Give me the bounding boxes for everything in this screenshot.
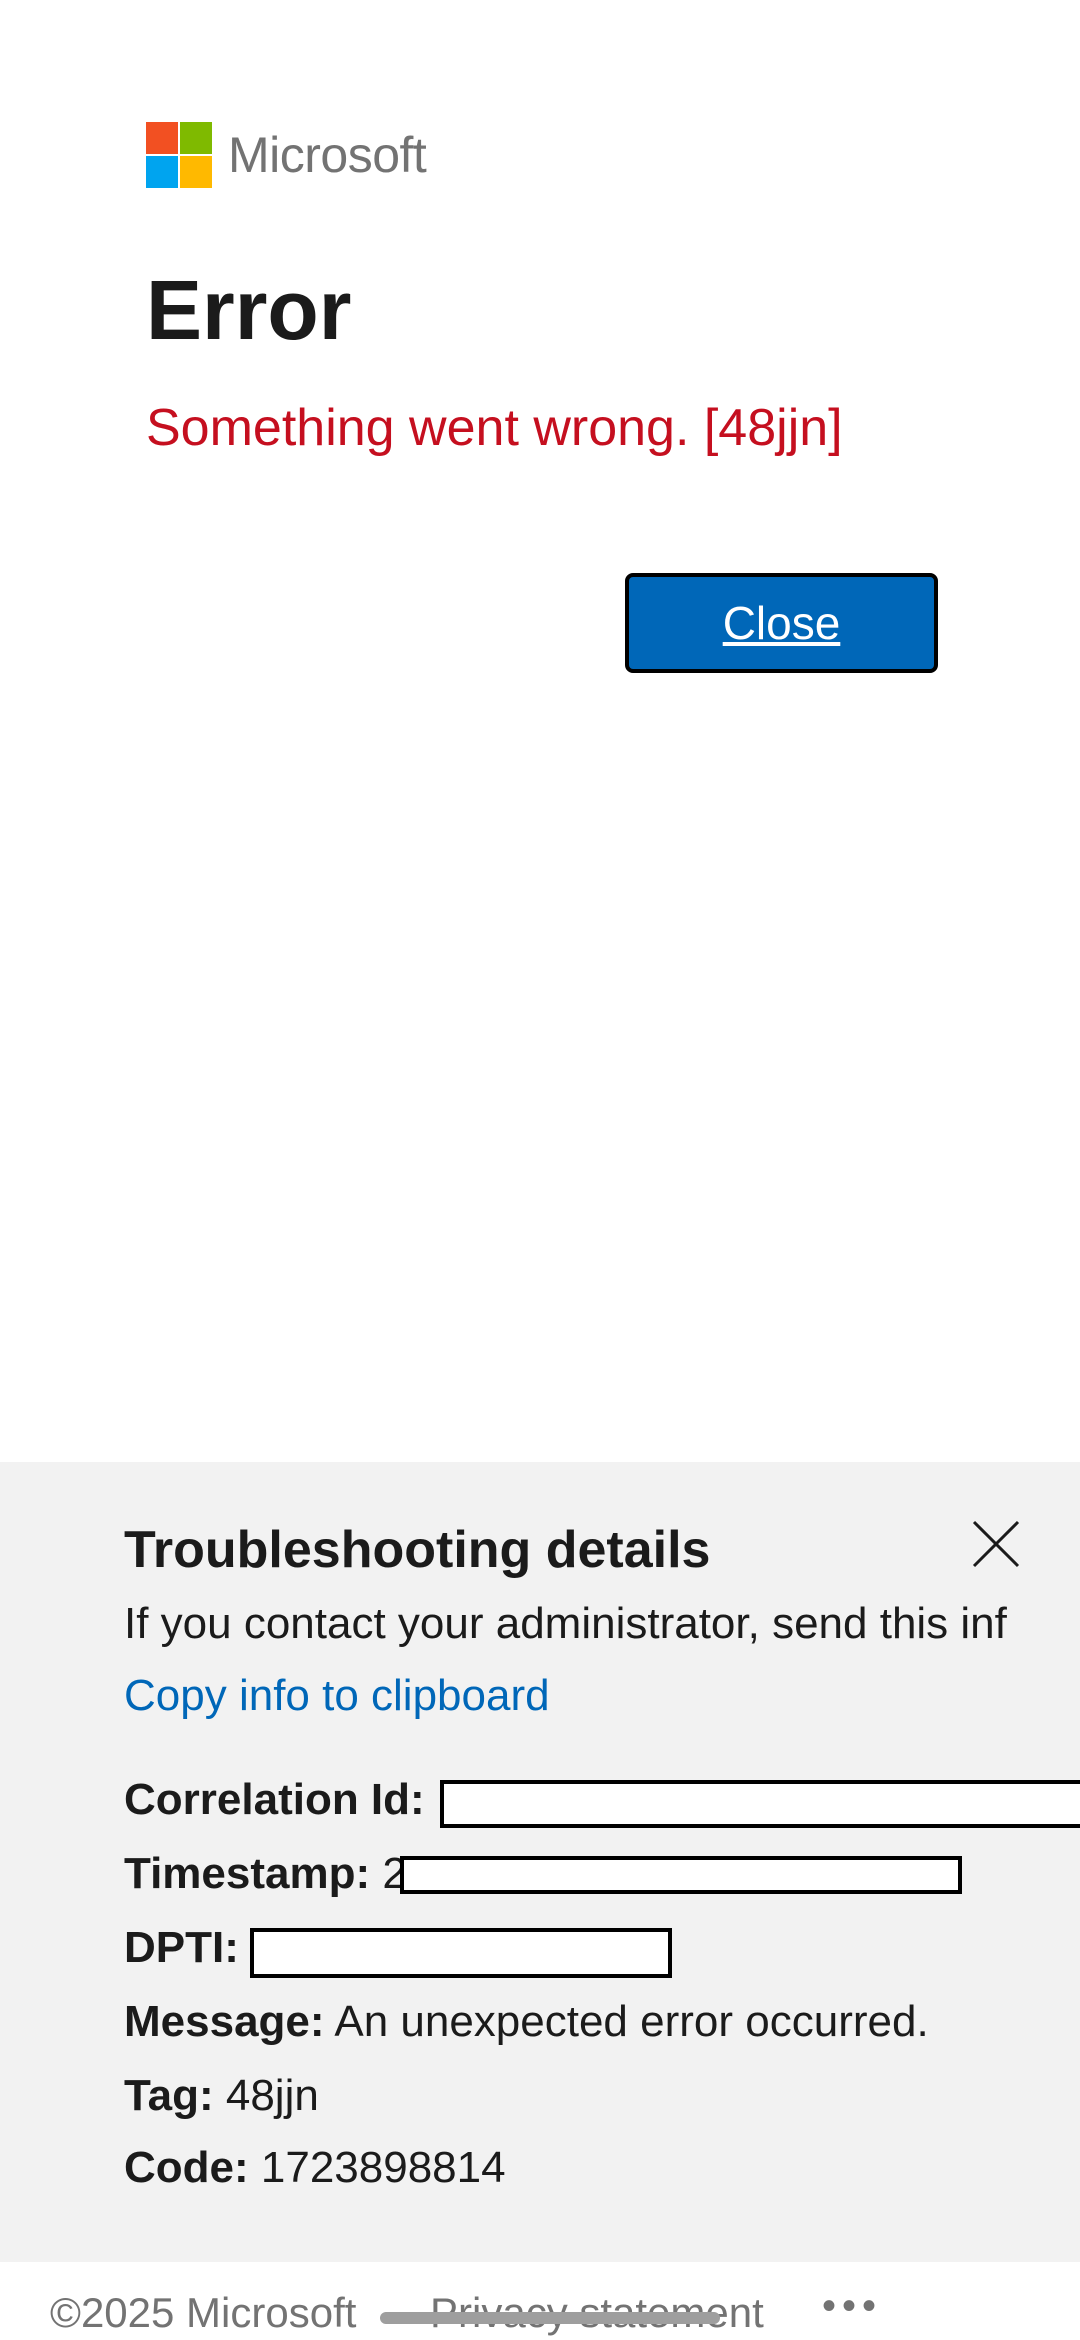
timestamp-label: Timestamp: — [124, 1849, 371, 1898]
footer-copyright: ©2025 Microsoft — [50, 2289, 357, 2336]
page-title: Error — [146, 263, 352, 357]
microsoft-logo-icon — [146, 122, 212, 188]
close-x-icon[interactable] — [968, 1516, 1024, 1572]
logo-square-green — [180, 122, 212, 154]
logo-square-blue — [146, 156, 178, 188]
timestamp-redacted — [400, 1856, 962, 1894]
troubleshooting-title: Troubleshooting details — [124, 1521, 711, 1579]
correlation-id-row: Correlation Id: — [124, 1775, 425, 1824]
correlation-id-redacted — [440, 1780, 1080, 1828]
tag-label: Tag: — [124, 2071, 214, 2120]
dpti-label: DPTI: — [124, 1923, 239, 1972]
message-label: Message: — [124, 1997, 325, 2046]
close-x-icon-svg — [972, 1520, 1020, 1568]
message-value: An unexpected error occurred. — [334, 1997, 929, 2046]
microsoft-logo: Microsoft — [146, 122, 427, 188]
home-indicator — [380, 2312, 720, 2324]
microsoft-wordmark: Microsoft — [228, 127, 427, 183]
timestamp-row: Timestamp: 2 — [124, 1849, 407, 1898]
message-row: Message: An unexpected error occurred. — [124, 1997, 929, 2046]
tag-value: 48jjn — [225, 2071, 319, 2120]
tag-row: Tag: 48jjn — [124, 2071, 319, 2120]
troubleshooting-description: If you contact your administrator, send … — [124, 1599, 1007, 1648]
code-value: 1723898814 — [260, 2143, 506, 2192]
dpti-redacted — [250, 1928, 672, 1978]
logo-square-yellow — [180, 156, 212, 188]
correlation-id-label: Correlation Id: — [124, 1775, 425, 1824]
copy-info-link[interactable]: Copy info to clipboard — [124, 1671, 550, 1720]
error-message: Something went wrong. [48jjn] — [146, 399, 843, 457]
more-options-icon[interactable]: ••• — [822, 2284, 882, 2329]
dpti-row: DPTI: — [124, 1923, 239, 1972]
footer: ©2025 Microsoft Privacy statement ••• — [0, 2262, 1080, 2340]
troubleshooting-panel: Troubleshooting details If you contact y… — [0, 1462, 1080, 2262]
logo-square-red — [146, 122, 178, 154]
code-row: Code: 1723898814 — [124, 2143, 506, 2192]
close-button[interactable]: Close — [625, 573, 938, 673]
code-label: Code: — [124, 2143, 249, 2192]
